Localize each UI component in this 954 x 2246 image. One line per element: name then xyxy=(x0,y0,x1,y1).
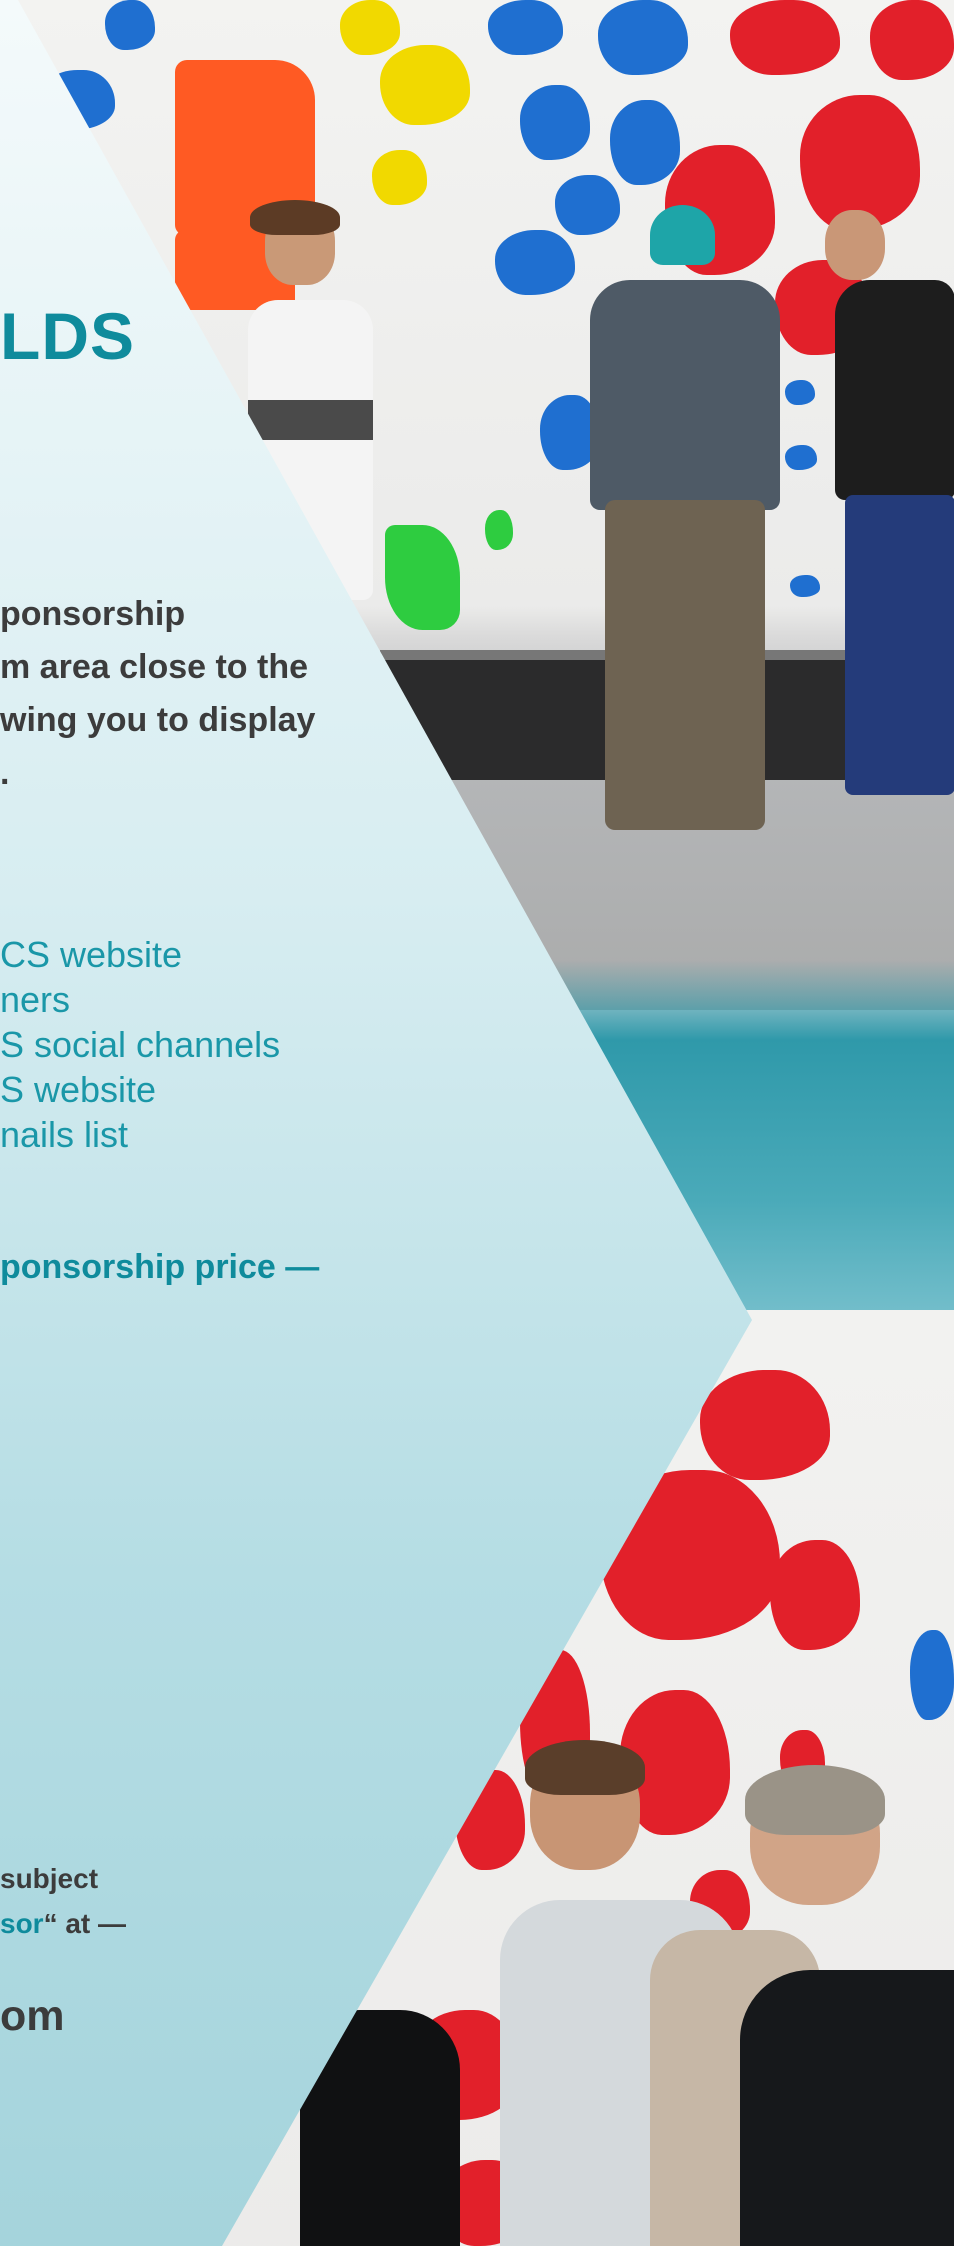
red-hold xyxy=(700,1370,830,1480)
person-blue-jeans xyxy=(845,495,954,795)
person-khaki-pants xyxy=(605,500,765,830)
yellow-hold xyxy=(340,0,400,55)
blue-hold xyxy=(785,445,817,470)
blue-hold xyxy=(495,230,575,295)
yellow-hold xyxy=(372,150,427,205)
contact-accent: sor xyxy=(0,1908,44,1939)
green-hold xyxy=(385,525,460,630)
blue-hold xyxy=(555,175,620,235)
contact-line: subject xyxy=(0,1863,99,1894)
blue-hold xyxy=(785,380,815,405)
person-black-tshirt xyxy=(835,280,954,500)
benefits-list: CS website ners S social channels S webs… xyxy=(0,932,280,1157)
person-black-shirt xyxy=(740,1970,954,2246)
blue-hold xyxy=(610,100,680,185)
contact-rest: “ at — xyxy=(43,1908,127,1939)
red-hold xyxy=(770,1540,860,1650)
benefit-item: S website xyxy=(0,1069,157,1110)
shirt-stripe xyxy=(248,400,373,440)
contact-line: sor“ at — xyxy=(0,1901,126,1946)
blue-hold xyxy=(105,0,155,50)
contact-instructions: subject sor“ at — xyxy=(0,1856,126,1946)
blue-hold xyxy=(790,575,820,597)
benefit-item: CS website xyxy=(0,934,183,975)
person-grey-hair xyxy=(745,1765,885,1835)
blue-hold xyxy=(910,1630,954,1720)
benefit-item: S social channels xyxy=(0,1024,281,1065)
sponsorship-price: ponsorship price — xyxy=(0,1248,320,1286)
person-hair xyxy=(525,1740,645,1795)
page-heading: LDS xyxy=(0,299,135,373)
blue-hold xyxy=(598,0,688,75)
person-head xyxy=(825,210,885,280)
description-line: m area close to the xyxy=(0,648,309,686)
contact-email[interactable]: om xyxy=(0,1992,65,2041)
blue-hold xyxy=(488,0,563,55)
red-hold xyxy=(870,0,954,80)
green-hold xyxy=(485,510,513,550)
person-cap xyxy=(650,205,715,265)
person-hair xyxy=(250,200,340,235)
description-line: ponsorship xyxy=(0,595,186,633)
blue-hold xyxy=(520,85,590,160)
person-grey-tshirt xyxy=(590,280,780,510)
red-hold xyxy=(730,0,840,75)
description: ponsorship m area close to the wing you … xyxy=(0,588,315,800)
description-line: wing you to display xyxy=(0,701,316,739)
benefit-item: nails list xyxy=(0,1114,129,1155)
description-line: . xyxy=(0,754,10,792)
yellow-hold xyxy=(380,45,470,125)
benefit-item: ners xyxy=(0,979,71,1020)
